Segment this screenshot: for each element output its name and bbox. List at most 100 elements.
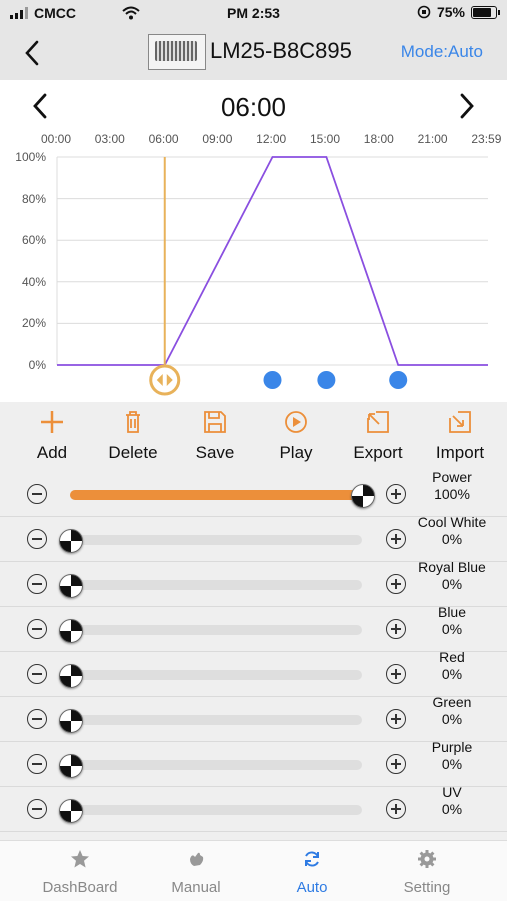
channel-row: Power 100% xyxy=(0,469,507,517)
increase-button[interactable] xyxy=(386,484,406,504)
channel-name: Cool White xyxy=(417,514,487,530)
schedule-point[interactable] xyxy=(317,371,336,389)
slider-knob[interactable] xyxy=(351,484,375,508)
import-icon xyxy=(449,411,471,433)
increase-button[interactable] xyxy=(386,529,406,549)
channel-slider[interactable] xyxy=(59,529,362,553)
channel-slider[interactable] xyxy=(70,484,375,508)
channel-name: Power xyxy=(432,469,472,485)
slider-knob[interactable] xyxy=(59,664,83,688)
mode-button[interactable]: Mode:Auto xyxy=(401,42,483,62)
schedule-panel: 06:00 00:00 03:00 06:00 09:00 12:00 15:00 18:0… xyxy=(0,80,507,402)
tab-setting[interactable]: Setting xyxy=(382,849,472,896)
tab-auto-label: Auto xyxy=(296,879,328,896)
decrease-button[interactable] xyxy=(27,574,47,594)
decrease-button[interactable] xyxy=(27,709,47,729)
channel-slider[interactable] xyxy=(59,664,362,688)
channel-name: Purple xyxy=(431,739,473,755)
channel-value: 100% xyxy=(434,486,470,502)
channel-name: Royal Blue xyxy=(418,559,486,575)
hand-icon xyxy=(190,852,204,866)
rotation-lock-icon xyxy=(417,5,431,19)
decrease-button[interactable] xyxy=(27,619,47,639)
slider-knob[interactable] xyxy=(59,574,83,598)
series-line xyxy=(57,156,488,366)
tab-dashboard[interactable]: DashBoard xyxy=(35,849,125,896)
slider-knob[interactable] xyxy=(59,529,83,553)
channel-name: Red xyxy=(439,649,465,665)
status-bar: CMCC PM 2:53 75% xyxy=(0,0,507,26)
play-icon xyxy=(285,411,307,433)
channel-row: Blue 0% xyxy=(0,604,507,652)
slider-knob[interactable] xyxy=(59,619,83,643)
tab-manual[interactable]: Manual xyxy=(151,849,241,896)
increase-button[interactable] xyxy=(386,754,406,774)
plus-icon xyxy=(41,411,63,433)
channel-value: 0% xyxy=(441,531,463,547)
channel-row: Purple 0% xyxy=(0,739,507,787)
import-button[interactable]: Import xyxy=(420,410,500,463)
device-title: LM25-B8C895 xyxy=(210,38,352,63)
decrease-button[interactable] xyxy=(27,484,47,504)
increase-button[interactable] xyxy=(386,619,406,639)
channel-name: UV xyxy=(442,784,462,800)
decrease-button[interactable] xyxy=(27,799,47,819)
channel-value: 0% xyxy=(441,801,463,817)
play-button[interactable]: Play xyxy=(256,410,336,463)
tab-dashboard-label: DashBoard xyxy=(42,879,118,896)
channel-row: Royal Blue 0% xyxy=(0,559,507,607)
channel-row: Red 0% xyxy=(0,649,507,697)
battery-percent: 75% xyxy=(436,4,465,20)
export-icon xyxy=(367,411,389,433)
schedule-point[interactable] xyxy=(389,371,408,389)
slider-knob[interactable] xyxy=(59,799,83,823)
tab-bar: DashBoard Manual Auto Setting xyxy=(0,840,507,901)
tab-auto[interactable]: Auto xyxy=(267,849,357,896)
refresh-icon xyxy=(305,851,319,867)
import-label: Import xyxy=(435,443,485,462)
increase-button[interactable] xyxy=(386,799,406,819)
star-icon xyxy=(71,850,89,868)
slider-fill xyxy=(70,490,362,500)
selected-point-handle[interactable] xyxy=(149,364,181,396)
channel-row: Green 0% xyxy=(0,694,507,742)
decrease-button[interactable] xyxy=(27,754,47,774)
channel-value: 0% xyxy=(441,666,463,682)
increase-button[interactable] xyxy=(386,574,406,594)
tab-manual-label: Manual xyxy=(171,879,221,896)
increase-button[interactable] xyxy=(386,664,406,684)
channel-slider[interactable] xyxy=(59,574,362,598)
status-right: 75% xyxy=(417,4,500,20)
decrease-button[interactable] xyxy=(27,529,47,549)
save-label: Save xyxy=(195,443,235,462)
back-icon[interactable] xyxy=(20,38,44,68)
channel-slider[interactable] xyxy=(59,754,362,778)
channel-name: Green xyxy=(432,694,472,710)
export-label: Export xyxy=(353,443,403,462)
channel-value: 0% xyxy=(441,576,463,592)
gear-icon xyxy=(418,850,436,868)
channel-slider[interactable] xyxy=(59,799,362,823)
channel-slider[interactable] xyxy=(59,709,362,733)
delete-label: Delete xyxy=(108,443,158,462)
slider-knob[interactable] xyxy=(59,709,83,733)
save-button[interactable]: Save xyxy=(175,410,255,463)
delete-button[interactable]: Delete xyxy=(93,410,173,463)
schedule-chart[interactable] xyxy=(0,80,507,402)
action-toolbar: Add Delete Save Play Export Import xyxy=(0,402,507,468)
export-button[interactable]: Export xyxy=(338,410,418,463)
channel-value: 0% xyxy=(441,621,463,637)
channel-slider[interactable] xyxy=(59,619,362,643)
trash-icon xyxy=(126,411,140,433)
decrease-button[interactable] xyxy=(27,664,47,684)
nav-bar: LM25-B8C895 Mode:Auto xyxy=(0,26,507,80)
channel-name: Blue xyxy=(437,604,467,620)
channel-row: UV 0% xyxy=(0,784,507,832)
increase-button[interactable] xyxy=(386,709,406,729)
add-button[interactable]: Add xyxy=(12,410,92,463)
channel-row: Cool White 0% xyxy=(0,514,507,562)
slider-knob[interactable] xyxy=(59,754,83,778)
channel-value: 0% xyxy=(441,711,463,727)
schedule-point[interactable] xyxy=(263,371,282,389)
add-label: Add xyxy=(36,443,68,462)
